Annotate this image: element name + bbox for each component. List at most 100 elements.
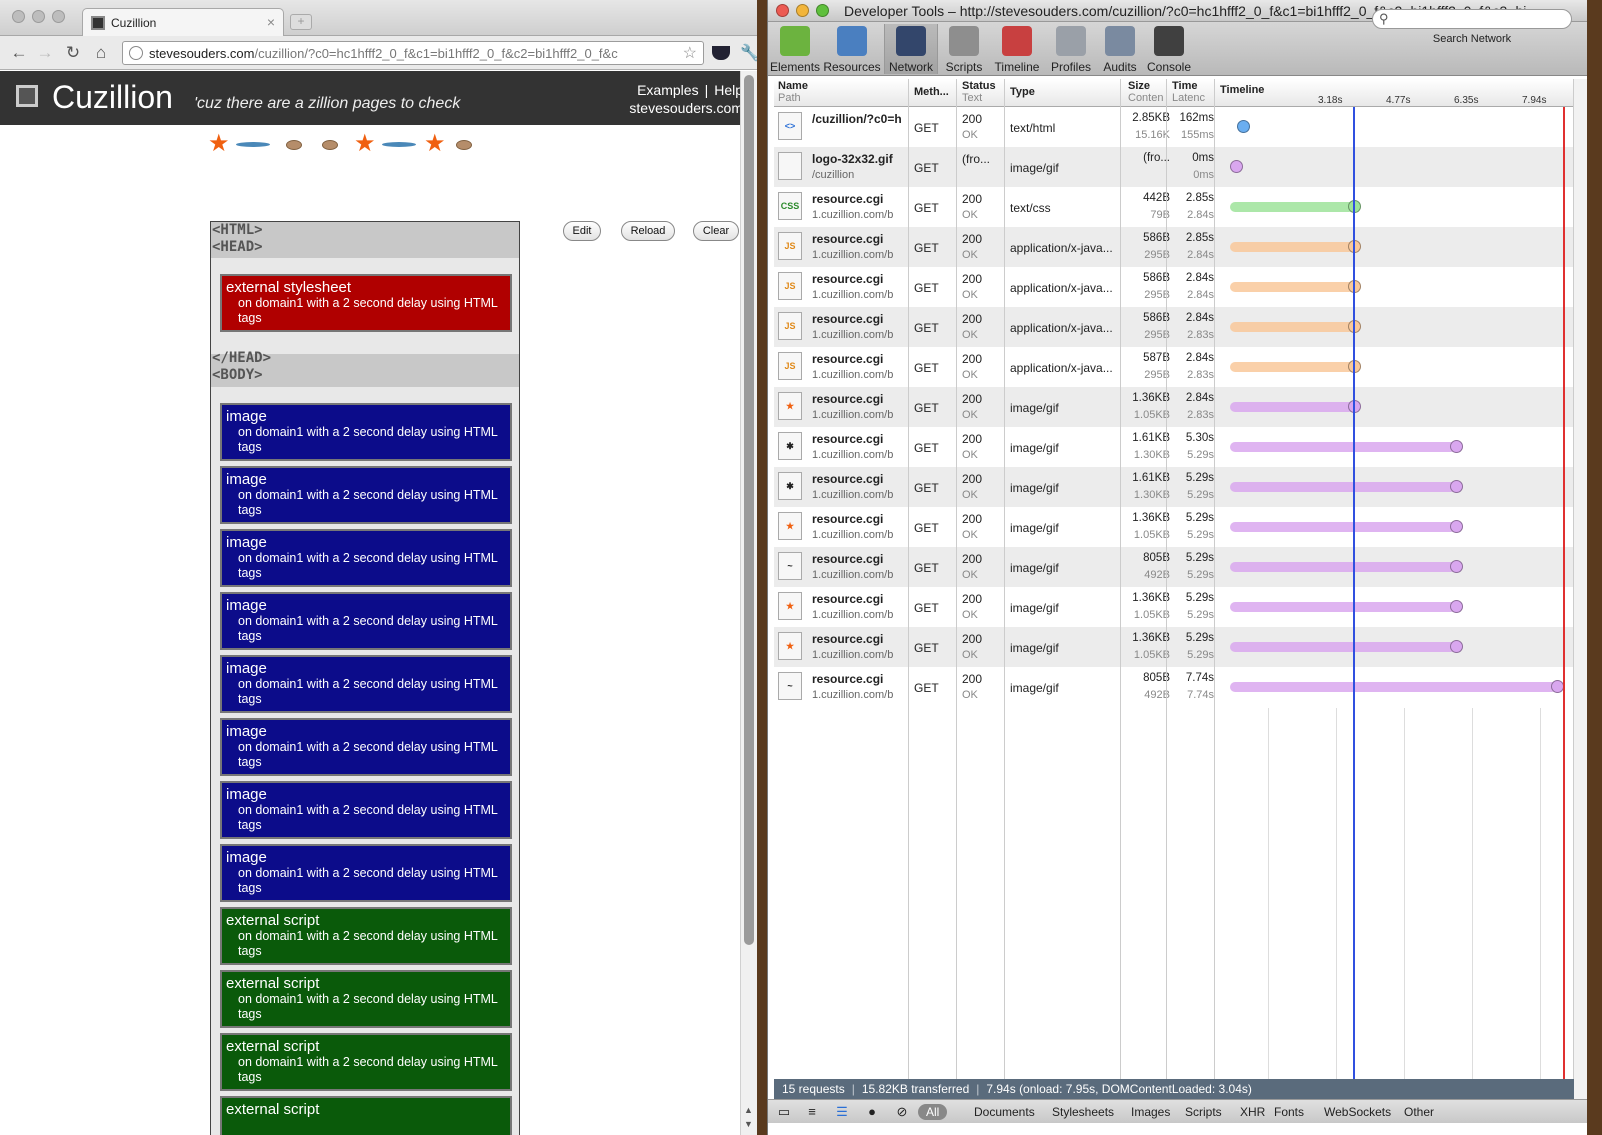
close-window-button[interactable] [12,10,25,23]
edit-button[interactable]: Edit [563,221,601,241]
zoom-window-button[interactable] [52,10,65,23]
network-request-row[interactable]: <> /cuzillion/?c0=h GET 200 OK text/html 2.85K… [774,107,1574,148]
resource-external-script[interactable]: external script on domain1 with a 2 secon… [220,907,512,965]
network-request-row[interactable]: ★ resource.cgi 1.cuzillion.com/b GET 200 OK im… [774,627,1574,668]
network-request-row[interactable]: JS resource.cgi 1.cuzillion.com/b GET 200 OK a… [774,267,1574,308]
panel-tab-audits[interactable]: Audits [1098,24,1142,74]
network-request-row[interactable]: ★ resource.cgi 1.cuzillion.com/b GET 200 OK im… [774,387,1574,428]
filter-all[interactable]: All [918,1104,948,1120]
reload-button[interactable]: Reload [621,221,675,241]
dock-icon[interactable]: ▭ [776,1104,792,1120]
clear-icon[interactable]: ⊘ [894,1104,910,1120]
column-status[interactable]: Status Text [962,80,996,104]
browser-window: Cuzillion × + ← → ↻ ⌂ stevesouders.com/c… [0,0,757,1135]
examples-link[interactable]: Examples [637,82,698,98]
total-time: 5.29s [1185,632,1214,644]
filter-websockets[interactable]: WebSockets [1324,1105,1391,1119]
panel-tab-timeline[interactable]: Timeline [990,24,1044,74]
latency: 2.84s [1187,289,1214,301]
minimize-window-button[interactable] [32,10,45,23]
column-name[interactable]: Name Path [778,80,808,104]
filter-images[interactable]: Images [1131,1105,1170,1119]
scroll-up-arrow-icon[interactable]: ▲ [744,1105,753,1115]
resource-external-script[interactable]: external script [220,1096,512,1135]
resource-image[interactable]: image on domain1 with a 2 second delay us… [220,466,512,524]
resource-image[interactable]: image on domain1 with a 2 second delay us… [220,592,512,650]
network-request-row[interactable]: ~ resource.cgi 1.cuzillion.com/b GET 200 OK im… [774,547,1574,588]
panel-tab-label: Scripts [945,60,983,74]
resource-title: image [226,534,267,551]
filter-fonts[interactable]: Fonts [1274,1105,1304,1119]
column-method[interactable]: Meth... [914,86,949,98]
reload-icon[interactable]: ↻ [62,42,84,64]
panel-tab-profiles[interactable]: Profiles [1046,24,1096,74]
network-request-row[interactable]: ✱ resource.cgi 1.cuzillion.com/b GET 200 OK im… [774,467,1574,508]
scroll-down-arrow-icon[interactable]: ▼ [744,1119,753,1129]
panel-tab-elements[interactable]: Elements [770,24,820,74]
resource-external-script[interactable]: external script on domain1 with a 2 secon… [220,1033,512,1091]
resource-stylesheet[interactable]: external stylesheet on domain1 with a 2 … [220,274,512,332]
network-request-row[interactable]: CSS resource.cgi 1.cuzillion.com/b GET 200 OK… [774,187,1574,228]
column-time[interactable]: Time Latenc [1172,80,1205,104]
network-request-row[interactable]: ~ resource.cgi 1.cuzillion.com/b GET 200 OK im… [774,667,1574,708]
resource-image[interactable]: image on domain1 with a 2 second delay us… [220,844,512,902]
filter-documents[interactable]: Documents [974,1105,1035,1119]
column-timeline[interactable]: Timeline [1220,84,1264,96]
column-type[interactable]: Type [1010,86,1035,98]
resource-image[interactable]: image on domain1 with a 2 second delay us… [220,781,512,839]
bookmark-star-icon[interactable]: ☆ [683,43,697,63]
network-request-row[interactable]: ★ resource.cgi 1.cuzillion.com/b GET 200 OK im… [774,587,1574,628]
address-bar[interactable]: stevesouders.com/cuzillion/?c0=hc1hfff2_… [122,41,704,65]
page-scrollbar[interactable]: ▲ ▼ [740,71,757,1135]
resource-external-script[interactable]: external script on domain1 with a 2 secon… [220,970,512,1028]
help-link[interactable]: Help [714,82,743,98]
timeline-panel-icon [1002,26,1032,56]
resource-image[interactable]: image on domain1 with a 2 second delay us… [220,718,512,776]
forward-arrow-icon[interactable]: → [34,42,56,64]
resource-image[interactable]: image on domain1 with a 2 second delay us… [220,529,512,587]
close-tab-icon[interactable]: × [267,14,275,30]
browser-tab[interactable]: Cuzillion × [82,8,284,36]
network-request-row[interactable]: JS resource.cgi 1.cuzillion.com/b GET 200 OK a… [774,347,1574,388]
resource-image[interactable]: image on domain1 with a 2 second delay us… [220,655,512,713]
resource-title: image [226,723,267,740]
body-drop-area[interactable]: image on domain1 with a 2 second delay us… [211,387,519,1135]
panel-tab-scripts[interactable]: Scripts [940,24,988,74]
wrench-icon[interactable]: 🔧 [740,43,757,63]
panel-tab-resources[interactable]: Resources [822,24,882,74]
extension-icon[interactable] [712,46,730,60]
url-path: /cuzillion/?c0=hc1hfff2_0_f&c1=bi1hfff2_… [254,46,618,61]
column-size[interactable]: Size Conten [1128,80,1163,104]
network-request-row[interactable]: logo-32x32.gif/cuzillion GET (fro... image/… [774,147,1574,188]
scrollbar-thumb[interactable] [744,75,754,945]
filter-other[interactable]: Other [1404,1105,1434,1119]
search-network-input[interactable]: ⚲ [1372,9,1572,29]
filter-stylesheets[interactable]: Stylesheets [1052,1105,1114,1119]
resource-image[interactable]: image on domain1 with a 2 second delay us… [220,403,512,461]
timeline-endpoint [1230,160,1243,173]
home-icon[interactable]: ⌂ [90,42,112,64]
status-code: 200 [962,672,983,686]
console-toggle-icon[interactable]: ≡ [804,1104,820,1120]
network-request-row[interactable]: JS resource.cgi 1.cuzillion.com/b GET 200 OK a… [774,307,1574,348]
elements-panel-icon [780,26,810,56]
network-scrollbar[interactable] [1573,79,1587,1099]
new-tab-button[interactable]: + [290,14,312,30]
back-arrow-icon[interactable]: ← [8,42,30,64]
network-request-row[interactable]: JS resource.cgi 1.cuzillion.com/b GET 200 OK a… [774,227,1574,268]
filter-scripts[interactable]: Scripts [1185,1105,1222,1119]
close-window-button[interactable] [776,4,789,17]
list-view-icon[interactable]: ☰ [834,1104,850,1120]
minimize-window-button[interactable] [796,4,809,17]
site-logo-icon [16,85,38,107]
stevesouders-link[interactable]: stevesouders.com [629,99,743,117]
head-drop-area[interactable]: external stylesheet on domain1 with a 2 … [211,258,519,354]
record-icon[interactable]: ● [864,1104,880,1120]
filter-xhr[interactable]: XHR [1240,1105,1265,1119]
network-request-row[interactable]: ★ resource.cgi 1.cuzillion.com/b GET 200 OK im… [774,507,1574,548]
panel-tab-network[interactable]: Network [884,24,938,74]
clear-button[interactable]: Clear [693,221,739,241]
network-request-row[interactable]: ✱ resource.cgi 1.cuzillion.com/b GET 200 OK im… [774,427,1574,468]
zoom-window-button[interactable] [816,4,829,17]
panel-tab-console[interactable]: Console [1144,24,1194,74]
